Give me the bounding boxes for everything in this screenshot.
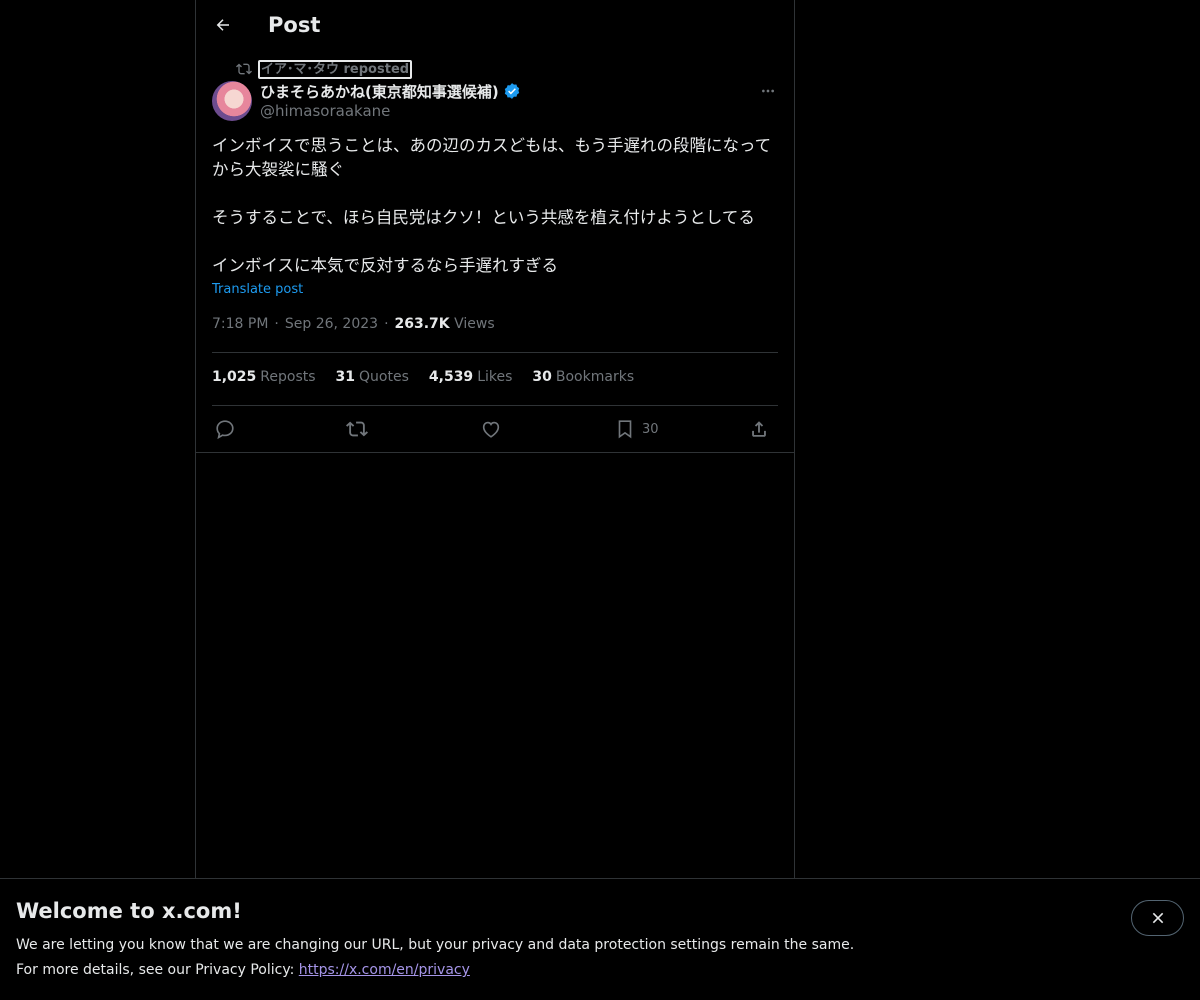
reposts-count: 1,025: [212, 369, 257, 385]
divider: [212, 352, 778, 353]
action-bar: 30: [212, 414, 778, 444]
repost-icon: [236, 63, 252, 75]
reposts-label: Reposts: [260, 369, 316, 385]
share-icon: [752, 421, 766, 437]
close-banner-button[interactable]: [1131, 900, 1184, 936]
like-button[interactable]: [480, 414, 502, 444]
banner-message: We are letting you know that we are chan…: [16, 937, 855, 953]
author-handle[interactable]: @himasoraakane: [260, 102, 390, 120]
repost-icon: [346, 421, 368, 437]
reply-icon: [216, 420, 234, 440]
bookmarks-count: 30: [532, 369, 552, 385]
quotes-label: Quotes: [359, 369, 409, 385]
banner-title: Welcome to x.com!: [16, 899, 242, 923]
repost-context: イア･マ･タウ reposted: [236, 59, 413, 79]
likes-label: Likes: [477, 369, 513, 385]
quotes-count: 31: [335, 369, 356, 385]
bookmark-icon: [618, 420, 632, 439]
reposts-stat[interactable]: 1,025 Reposts: [212, 369, 316, 385]
post-date[interactable]: Sep 26, 2023: [285, 316, 378, 332]
close-icon: [1152, 912, 1163, 924]
repost-button[interactable]: [346, 414, 368, 444]
more-options-button[interactable]: [756, 80, 780, 102]
likes-count: 4,539: [428, 369, 474, 385]
post-paragraph: そうすることで、ほら自民党はクソ！という共感を植え付けようとしてる: [212, 208, 755, 227]
meta-separator: ·: [274, 316, 279, 332]
meta-separator: ·: [384, 316, 389, 332]
author-name[interactable]: ひまそらあかね(東京都知事選候補): [260, 80, 521, 102]
page-header: Post: [196, 0, 794, 54]
likes-stat[interactable]: 4,539 Likes: [429, 369, 513, 385]
translate-post-link[interactable]: Translate post: [212, 282, 303, 297]
divider: [212, 405, 778, 406]
privacy-policy-link[interactable]: https://x.com/en/privacy: [299, 962, 470, 978]
bookmark-count: 30: [642, 421, 659, 437]
primary-column: Post イア･マ･タウ reposted ひまそらあかね(東京都知事選候補) …: [195, 0, 795, 880]
post-text: インボイスで思うことは、あの辺のカスどもは、もう手遅れの段階になってから大袈裟に…: [212, 134, 778, 278]
quotes-stat[interactable]: 31 Quotes: [336, 369, 409, 385]
views: 263.7K Views: [395, 316, 495, 332]
views-label: Views: [454, 316, 495, 332]
views-count: 263.7K: [394, 316, 450, 332]
welcome-banner: Welcome to x.com! We are letting you kno…: [0, 878, 1200, 1000]
post-bottom-border: [196, 452, 794, 453]
bookmarks-label: Bookmarks: [555, 369, 635, 385]
post-meta: 7:18 PM · Sep 26, 2023 · 263.7K Views: [212, 316, 495, 332]
avatar[interactable]: [212, 81, 252, 121]
verified-badge-icon: [504, 83, 519, 99]
bookmark-button[interactable]: 30: [614, 414, 659, 444]
post-paragraph: インボイスに本気で反対するなら手遅れすぎる: [212, 256, 559, 275]
arrow-left-icon: [216, 19, 229, 31]
banner-privacy-prefix: For more details, see our Privacy Policy…: [16, 962, 299, 978]
post-time[interactable]: 7:18 PM: [212, 316, 268, 332]
post-stats: 1,025 Reposts 31 Quotes 4,539 Likes 30 Bookm…: [212, 369, 634, 385]
post-paragraph: インボイスで思うことは、あの辺のカスどもは、もう手遅れの段階になってから大袈裟に…: [212, 136, 772, 179]
more-icon: [762, 89, 774, 93]
author-display-name: ひまそらあかね(東京都知事選候補): [260, 82, 499, 101]
reposted-by-link[interactable]: イア･マ･タウ reposted: [258, 59, 413, 79]
banner-privacy-line: For more details, see our Privacy Policy…: [16, 962, 470, 978]
page-title: Post: [268, 13, 321, 37]
reply-button[interactable]: [214, 414, 236, 444]
bookmarks-stat[interactable]: 30 Bookmarks: [532, 369, 634, 385]
share-button[interactable]: [748, 414, 770, 444]
heart-icon: [482, 421, 500, 438]
back-button[interactable]: [206, 8, 240, 42]
